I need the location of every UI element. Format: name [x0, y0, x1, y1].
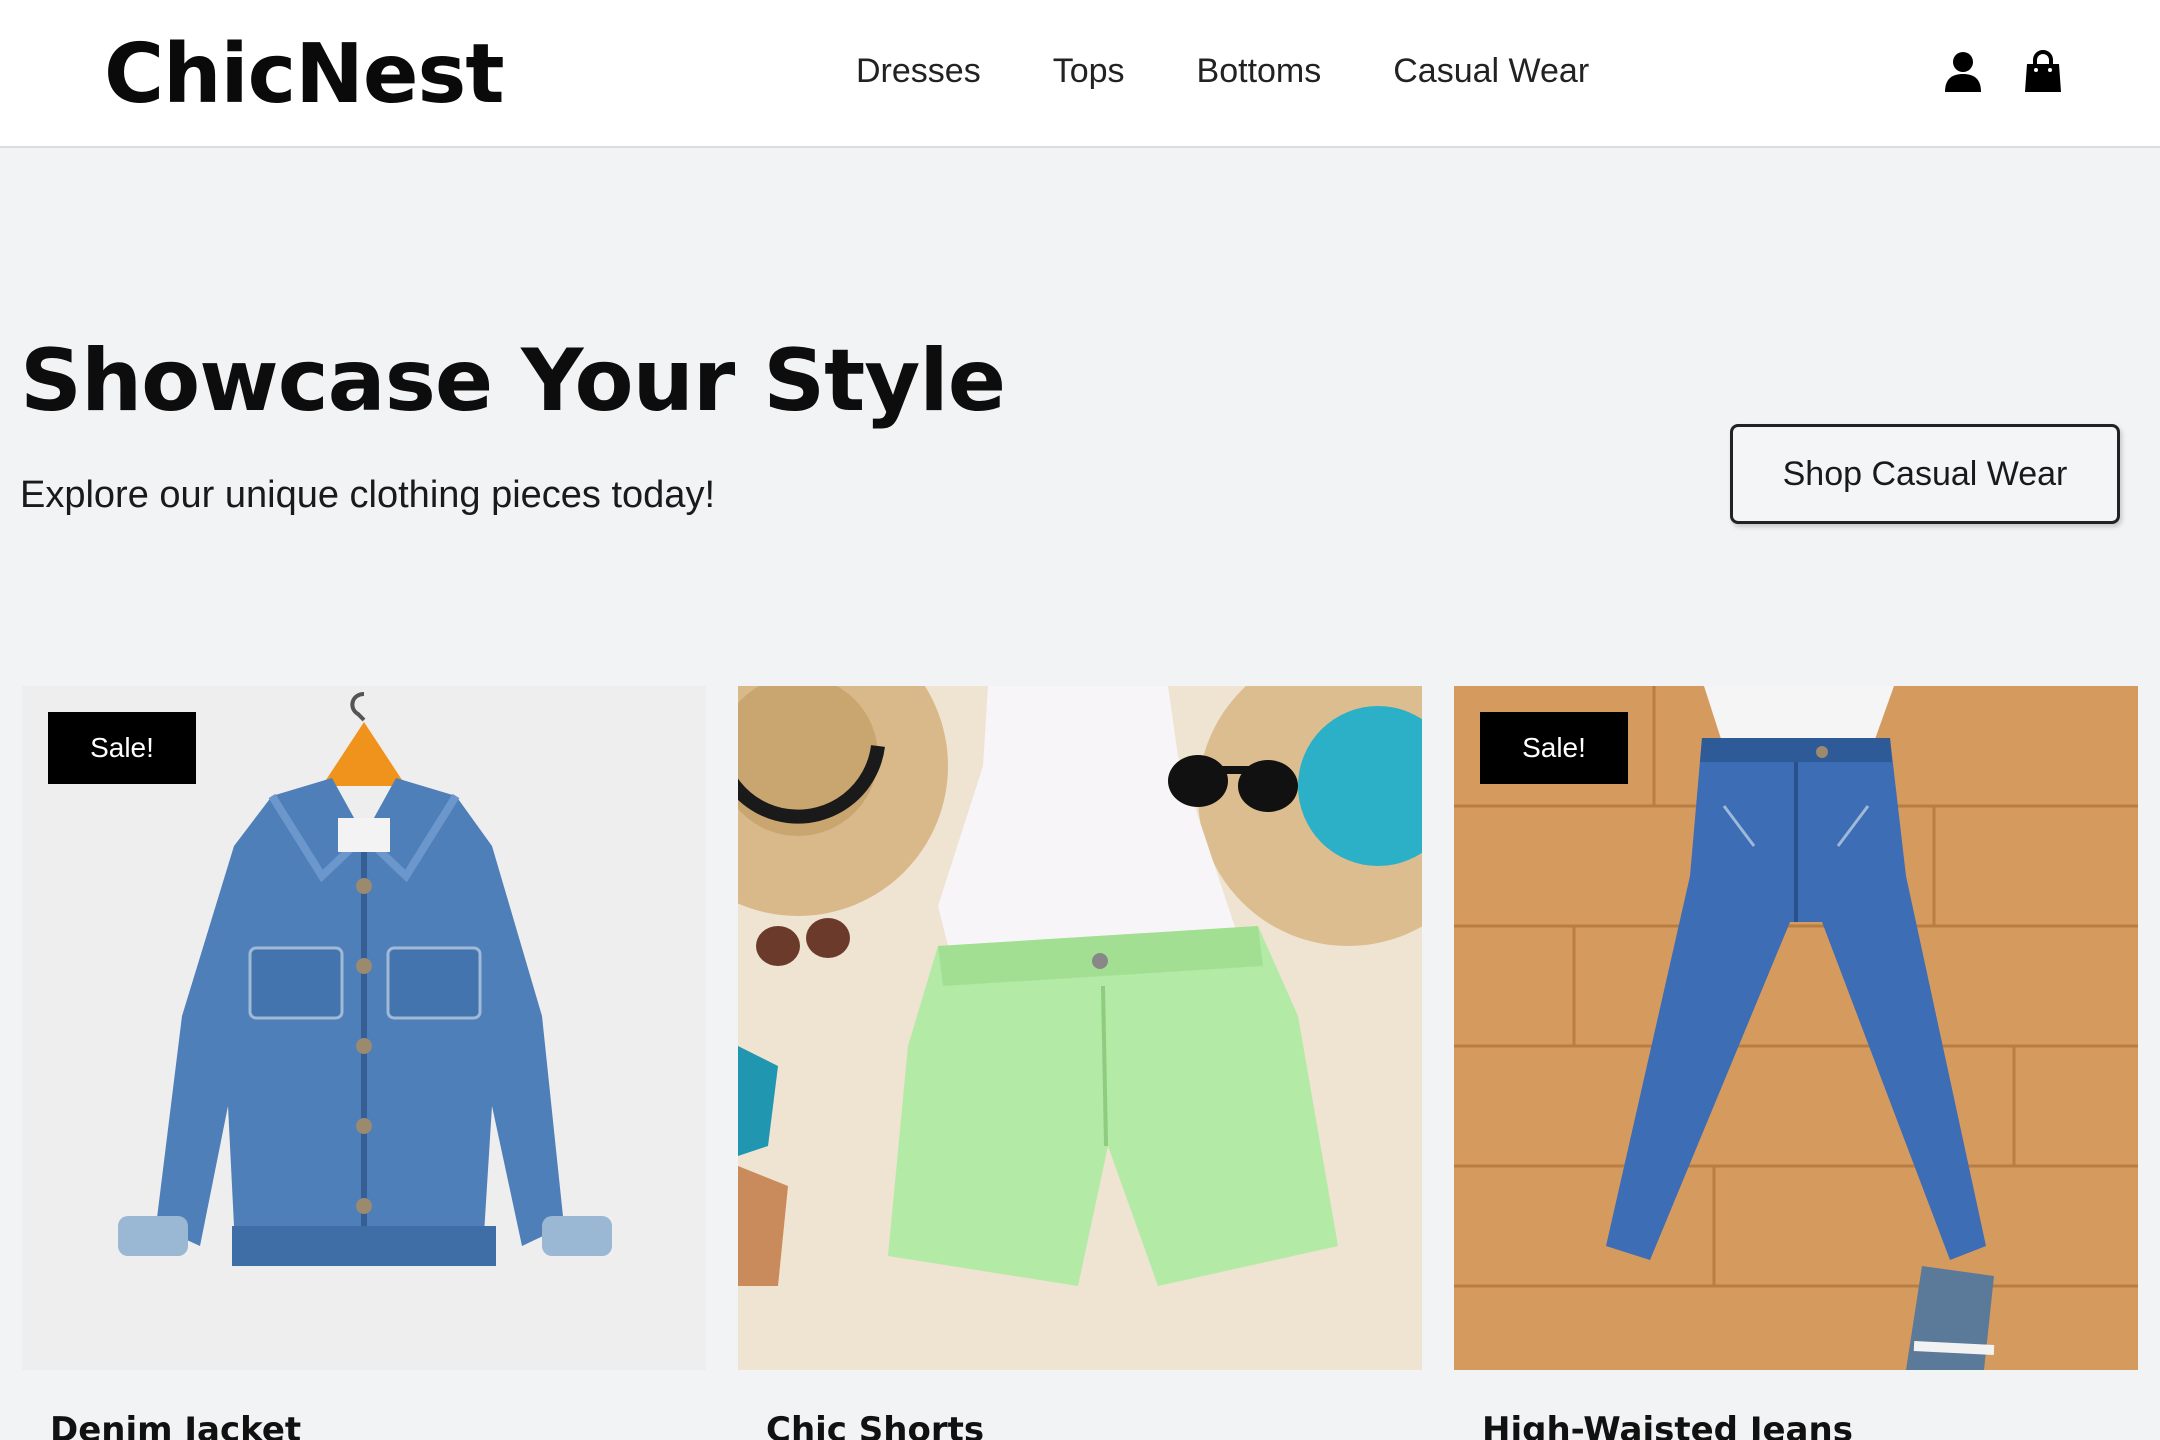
product-image-chic-shorts[interactable]	[738, 686, 1422, 1370]
product-image-high-waisted-jeans[interactable]: Sale!	[1454, 686, 2138, 1370]
shopping-bag-icon[interactable]	[2022, 50, 2064, 94]
user-icon[interactable]	[1942, 50, 1984, 94]
hero-title: Showcase Your Style	[20, 331, 1006, 431]
product-name[interactable]: Denim Jacket	[50, 1408, 301, 1440]
header-actions	[1942, 50, 2064, 94]
product-name[interactable]: High-Waisted Jeans	[1482, 1408, 1853, 1440]
hero-subtitle: Explore our unique clothing pieces today…	[20, 474, 716, 516]
shop-casual-wear-button[interactable]: Shop Casual Wear	[1730, 424, 2120, 524]
site-logo[interactable]: ChicNest	[104, 30, 505, 120]
product-image-denim-jacket[interactable]: Sale!	[22, 686, 706, 1370]
nav-casual-wear[interactable]: Casual Wear	[1393, 48, 1589, 94]
product-card[interactable]: Sale! High-Waisted Jeans	[1454, 686, 2138, 1440]
sale-badge: Sale!	[1480, 712, 1628, 784]
main-nav: Dresses Tops Bottoms Casual Wear	[856, 48, 1589, 94]
sale-badge: Sale!	[48, 712, 196, 784]
site-header: ChicNest Dresses Tops Bottoms Casual Wea…	[0, 0, 2160, 148]
product-card[interactable]: Sale! Denim Jacket	[22, 686, 706, 1440]
nav-tops[interactable]: Tops	[1053, 48, 1125, 94]
product-name[interactable]: Chic Shorts	[766, 1408, 984, 1440]
product-card[interactable]: Chic Shorts	[738, 686, 1422, 1440]
nav-bottoms[interactable]: Bottoms	[1197, 48, 1322, 94]
nav-dresses[interactable]: Dresses	[856, 48, 981, 94]
